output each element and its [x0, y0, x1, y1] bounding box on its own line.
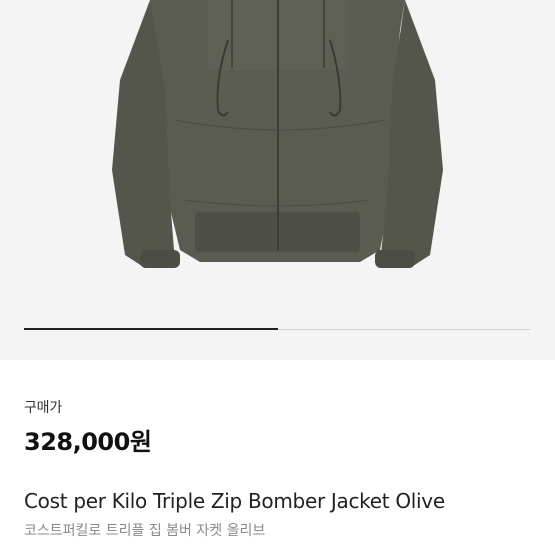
carousel-progress-bar	[24, 328, 278, 330]
jacket-illustration	[112, 0, 443, 268]
product-image[interactable]	[0, 0, 555, 360]
product-subtitle-korean: 코스트퍼킬로 트리플 집 봄버 자켓 올리브	[24, 523, 266, 539]
product-title: Cost per Kilo Triple Zip Bomber Jacket O…	[24, 489, 445, 513]
price: 328,000원	[24, 428, 152, 456]
price-label: 구매가	[24, 400, 63, 416]
image-carousel-indicator[interactable]	[24, 328, 531, 330]
